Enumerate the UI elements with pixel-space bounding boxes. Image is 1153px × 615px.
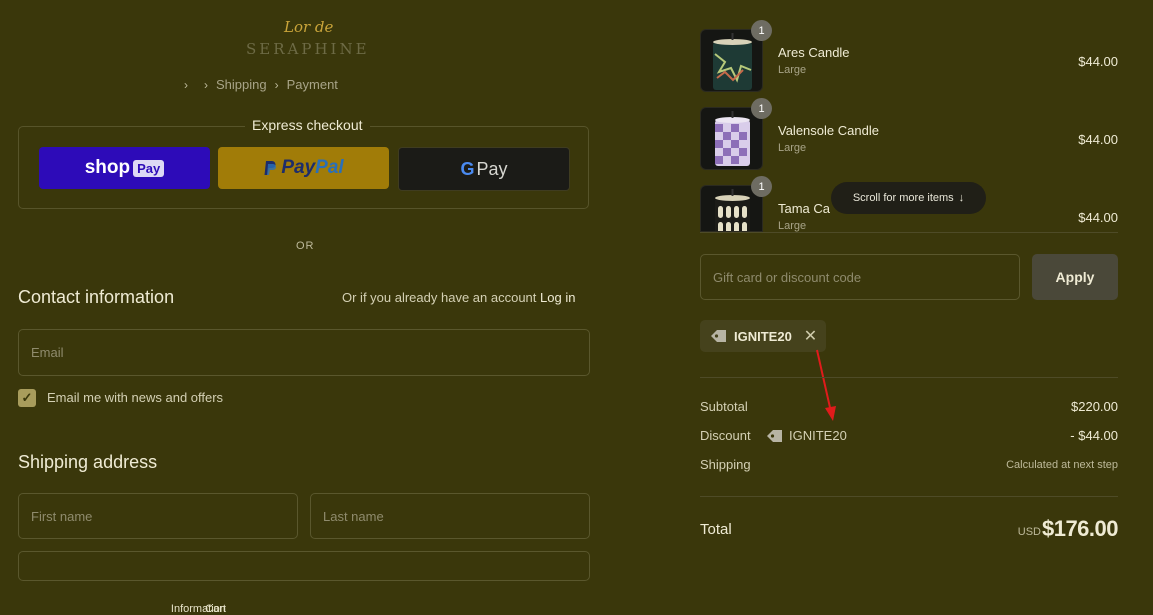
paypal-button[interactable]: Pay Pal <box>218 147 389 189</box>
email-field[interactable]: Email <box>18 329 590 376</box>
discount-label: Discount <box>700 428 751 443</box>
total-label: Total <box>700 521 732 538</box>
check-icon: ✓ <box>21 390 33 405</box>
shop-pay-badge: Pay <box>133 159 165 177</box>
currency-code: USD <box>1017 526 1041 538</box>
paypal-icon <box>264 161 277 175</box>
contact-heading: Contact information <box>18 287 175 307</box>
express-checkout-label: Express checkout <box>245 117 370 133</box>
item-name: Tama Ca <box>778 201 831 216</box>
discount-code-text: IGNITE20 <box>789 428 847 443</box>
remove-discount-icon[interactable]: ✕ <box>804 326 817 346</box>
quantity-badge: 1 <box>751 98 772 119</box>
paypal-wordmark-a: Pay <box>281 157 316 178</box>
newsletter-label[interactable]: Email me with news and offers <box>47 390 223 405</box>
item-variant: Large <box>778 142 807 154</box>
scroll-more-button[interactable]: Scroll for more items ↓ <box>831 182 986 214</box>
item-price: $44.00 <box>1078 132 1118 147</box>
account-prompt-text: Or if you already have an account <box>342 290 537 305</box>
divider <box>700 232 1118 233</box>
divider <box>700 496 1118 497</box>
shipping-value: Calculated at next step <box>1006 459 1118 471</box>
paypal-wordmark-b: Pal <box>315 157 344 178</box>
discount-placeholder: Gift card or discount code <box>713 269 862 285</box>
apply-button[interactable]: Apply <box>1032 254 1118 300</box>
discount-code-input[interactable]: Gift card or discount code <box>700 254 1020 300</box>
shop-pay-button[interactable]: shop Pay <box>39 147 210 189</box>
shipping-label: Shipping <box>700 457 751 472</box>
google-icon: G <box>460 158 475 179</box>
breadcrumb-information: Information <box>170 603 226 615</box>
tag-icon <box>767 429 782 442</box>
newsletter-checkbox[interactable]: ✓ <box>18 389 36 407</box>
quantity-badge: 1 <box>751 176 772 197</box>
account-prompt: Or if you already have an account Log in <box>342 290 575 305</box>
discount-code-display: IGNITE20 <box>766 428 847 443</box>
login-link[interactable]: Log in <box>540 290 575 305</box>
first-name-placeholder: First name <box>31 508 93 524</box>
item-price: $44.00 <box>1078 210 1118 225</box>
chevron-right-icon: › <box>184 77 188 92</box>
logo-name: SERAPHINE <box>246 40 370 58</box>
scroll-hint-label: Scroll for more items <box>852 192 954 204</box>
cart-item: 1 Ares Candle Large $44.00 <box>700 20 1118 93</box>
item-variant: Large <box>778 64 807 76</box>
logo-script: Lor de <box>284 18 334 36</box>
item-price: $44.00 <box>1078 54 1118 69</box>
applied-code: IGNITE20 <box>734 328 792 344</box>
shop-pay-wordmark: shop <box>84 157 131 178</box>
google-pay-button[interactable]: G Pay <box>398 147 570 191</box>
email-placeholder: Email <box>31 345 64 360</box>
chevron-right-icon: › <box>204 77 208 92</box>
or-divider: OR <box>296 240 315 252</box>
quantity-badge: 1 <box>751 20 772 41</box>
subtotal-value: $220.00 <box>1071 399 1118 414</box>
product-thumbnail <box>700 107 763 170</box>
last-name-placeholder: Last name <box>323 508 384 524</box>
arrow-down-icon: ↓ <box>958 192 965 204</box>
tag-icon <box>711 330 726 342</box>
cart-item: 1 Valensole Candle Large $44.00 <box>700 98 1118 171</box>
brand-logo[interactable]: Lor de SERAPHINE <box>246 18 367 62</box>
item-name: Valensole Candle <box>778 123 879 138</box>
address-field[interactable] <box>18 551 590 581</box>
shipping-heading: Shipping address <box>18 452 158 472</box>
item-name: Ares Candle <box>778 45 850 60</box>
last-name-field[interactable]: Last name <box>310 493 590 539</box>
discount-value: - $44.00 <box>1070 428 1118 443</box>
first-name-field[interactable]: First name <box>18 493 298 539</box>
divider <box>700 377 1118 378</box>
total-value: $176.00 <box>1041 516 1119 541</box>
chevron-right-icon: › <box>274 77 279 92</box>
product-thumbnail <box>700 29 763 92</box>
breadcrumb-payment: Payment <box>286 77 338 92</box>
annotation-arrow-icon <box>816 349 836 421</box>
breadcrumb: Cart › Information › Shipping › Payment <box>171 77 338 615</box>
item-variant: Large <box>778 220 807 232</box>
breadcrumb-shipping: Shipping <box>216 77 267 92</box>
subtotal-label: Subtotal <box>700 399 748 414</box>
google-pay-wordmark: Pay <box>476 158 508 179</box>
